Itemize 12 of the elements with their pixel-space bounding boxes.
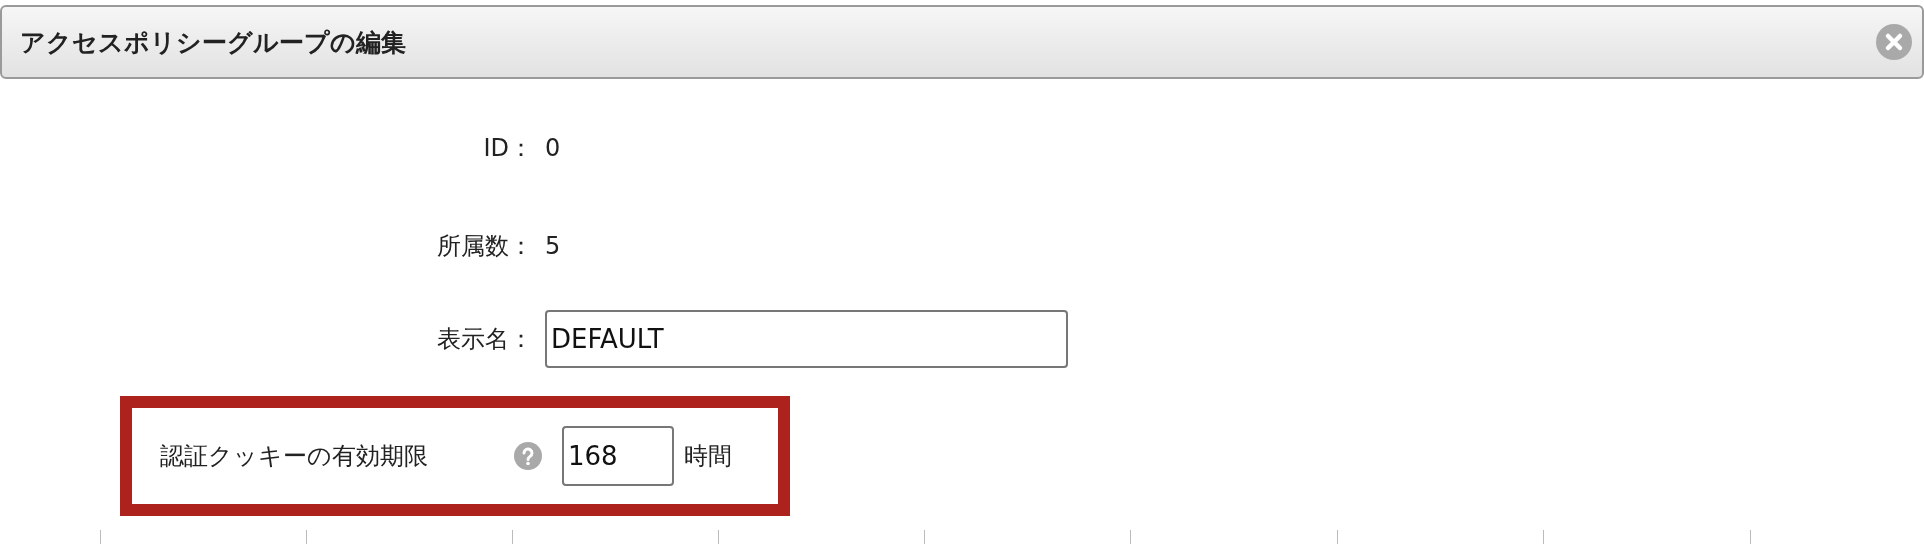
field-label: 所属数： bbox=[436, 231, 534, 262]
expiry-field[interactable]: 168 bbox=[562, 426, 674, 486]
field-label: 表示名： bbox=[436, 324, 534, 355]
close-icon[interactable] bbox=[1876, 24, 1912, 60]
field-label: 認証クッキーの有効期限 bbox=[160, 441, 429, 472]
unit-label: 時間 bbox=[684, 441, 732, 472]
field-value: 5 bbox=[545, 232, 562, 260]
dialog-title: アクセスポリシーグループの編集 bbox=[20, 26, 406, 59]
field-label: ID： bbox=[482, 133, 534, 164]
help-icon[interactable] bbox=[514, 442, 542, 470]
field-value: 0 bbox=[545, 134, 562, 162]
display-name-field[interactable]: DEFAULT bbox=[545, 310, 1068, 368]
